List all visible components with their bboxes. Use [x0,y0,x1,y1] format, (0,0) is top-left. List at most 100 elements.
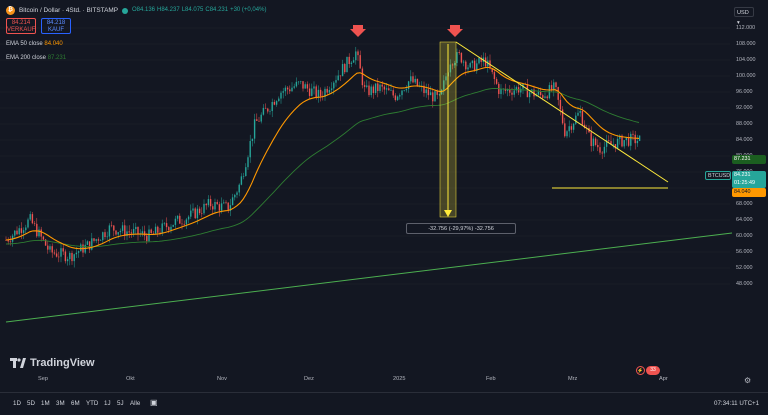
candle-body [616,138,619,149]
candle-body [339,75,342,77]
market-status-icon [121,7,128,14]
candle-body [456,52,458,63]
timeframe-1d[interactable]: 1D [13,400,21,407]
candle-body [86,241,89,245]
candle-body [317,89,320,98]
candle-body [407,81,410,90]
candle-body [401,90,403,96]
tradingview-logo[interactable]: TradingView [10,357,95,369]
events-badge[interactable]: 33 [646,366,660,375]
candle-body [295,81,298,87]
candle-body [319,89,322,97]
candle-body [460,52,463,63]
candle-body [372,86,375,93]
timeframe-5j[interactable]: 5J [117,400,124,407]
candle-body [148,229,150,242]
candle-body [220,203,223,211]
settings-gear-icon[interactable]: ⚙ [744,376,751,385]
candle-body [183,223,185,225]
candle-body [20,228,23,233]
long-trendline[interactable] [5,232,733,323]
price-tick: 64.000 [736,217,753,223]
timeframe-ytd[interactable]: YTD [86,400,98,407]
candle-body [330,88,333,90]
candle-body [462,61,465,63]
candle-body [579,110,581,113]
candle-body [315,86,317,98]
candle-body [302,81,304,89]
candle-body [513,90,515,95]
ema200-legend[interactable]: EMA 200 close 87.231 [6,54,268,63]
candle-body [388,88,390,91]
candle-body [234,194,236,198]
time-axis[interactable]: Sep Okt Nov Dez 2025 Feb Mrz Apr [0,376,730,388]
time-label: Feb [486,376,496,382]
candle-body [249,141,251,158]
candle-body [385,88,388,90]
candle-body [38,229,40,237]
candle-body [198,208,201,214]
price-tick: 108.000 [736,41,756,47]
candle-body [77,251,80,253]
timeframe-1m[interactable]: 1M [41,400,50,407]
ema50-legend[interactable]: EMA 50 close 84.040 [6,40,268,49]
candle-body [271,101,273,112]
ema200-price-tag: 87.231 [732,155,766,164]
candle-body [154,226,157,234]
buy-button[interactable]: 84.218 KAUF [41,18,71,34]
price-tick: 88.000 [736,121,753,127]
candle-body [267,108,269,112]
candle-body [405,89,408,91]
timeframe-6m[interactable]: 6M [71,400,80,407]
candle-body [245,167,247,176]
price-tick: 92.000 [736,105,753,111]
timeframe-3m[interactable]: 3M [56,400,65,407]
candle-body [599,147,601,153]
candle-body [236,192,238,195]
sell-button[interactable]: 84.214 VERKAUF [6,18,36,34]
candle-body [495,79,498,84]
candle-body [313,86,315,89]
date-range-icon[interactable]: ▣ [150,398,158,407]
chart-legend: ₿ Bitcoin / Dollar · 4Std. · BITSTAMP O8… [6,6,268,63]
candle-body [207,199,210,206]
bottom-toolbar: 1D 5D 1M 3M 6M YTD 1J 5J Alle ▣ 07:34:11… [0,392,768,415]
candle-body [119,230,122,233]
candle-body [399,95,401,97]
candle-body [284,87,287,92]
candles [5,46,641,268]
candle-body [566,131,568,137]
tradingview-logo-icon [10,358,26,368]
timeframe-5d[interactable]: 5D [27,400,35,407]
candle-body [194,208,196,219]
candle-body [31,214,34,224]
candle-body [14,230,16,236]
timeframe-1j[interactable]: 1J [104,400,111,407]
candle-body [214,201,216,210]
timeframe-alle[interactable]: Alle [130,400,140,407]
candle-body [564,123,566,137]
descending-trendline[interactable] [455,41,669,183]
candle-body [429,92,432,96]
candle-body [493,72,496,80]
candle-body [104,232,106,238]
symbol-title[interactable]: Bitcoin / Dollar · 4Std. · BITSTAMP [19,6,118,15]
price-tick: 84.000 [736,137,753,143]
price-tick: 112.000 [736,25,756,31]
clock[interactable]: 07:34:11 UTC+1 [714,400,759,407]
candle-body [555,82,557,88]
candle-body [326,88,328,93]
candle-body [242,175,245,177]
candle-body [113,225,115,231]
candle-body [544,96,546,98]
candle-body [304,84,306,89]
candle-body [553,82,555,91]
candle-body [124,225,126,236]
candle-body [297,81,300,83]
time-label: Dez [304,376,314,382]
candle-body [341,64,344,77]
candle-body [291,87,293,92]
replay-icon[interactable]: ⚡ [636,366,645,375]
candle-body [557,87,559,100]
candle-body [465,61,467,70]
